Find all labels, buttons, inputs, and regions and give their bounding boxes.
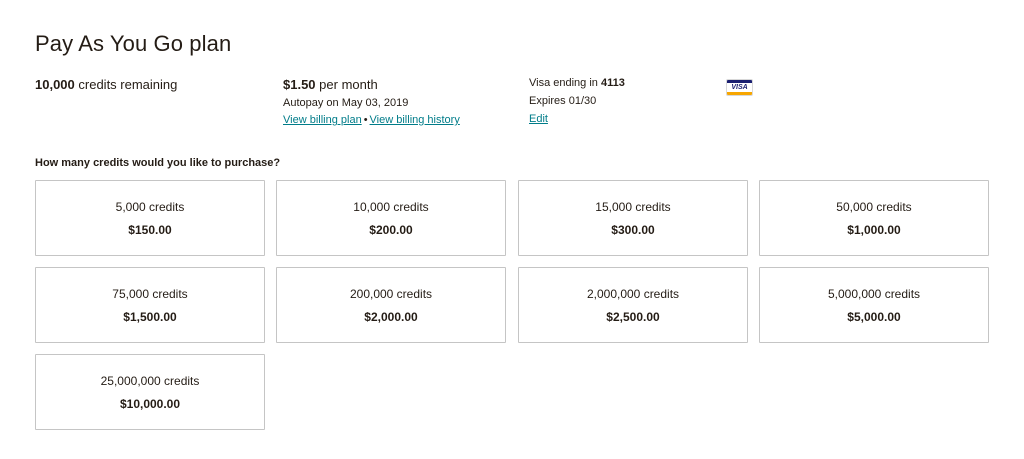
credit-option-amount: 5,000,000 credits xyxy=(827,286,921,301)
credit-option-50000[interactable]: 50,000 credits $1,000.00 xyxy=(759,180,989,256)
credit-option-5000[interactable]: 5,000 credits $150.00 xyxy=(35,180,265,256)
credit-option-price: $2,000.00 xyxy=(364,309,418,324)
credit-option-price: $150.00 xyxy=(128,222,172,237)
plan-price: $1.50 per month xyxy=(283,77,460,92)
credit-option-amount: 2,000,000 credits xyxy=(586,286,680,301)
autopay-date: Autopay on May 03, 2019 xyxy=(283,97,409,109)
credit-option-25000000[interactable]: 25,000,000 credits $10,000.00 xyxy=(35,354,265,430)
purchase-question: How many credits would you like to purch… xyxy=(35,157,281,169)
credit-option-75000[interactable]: 75,000 credits $1,500.00 xyxy=(35,267,265,343)
credit-option-amount: 5,000 credits xyxy=(115,199,185,214)
link-separator: • xyxy=(363,114,368,126)
billing-links: View billing plan • View billing history xyxy=(283,114,460,126)
credit-option-amount: 50,000 credits xyxy=(836,199,912,214)
visa-card-icon: VISA xyxy=(726,79,753,96)
credit-option-10000[interactable]: 10,000 credits $200.00 xyxy=(276,180,506,256)
view-billing-history-link[interactable]: View billing history xyxy=(370,114,460,126)
credit-option-price: $1,000.00 xyxy=(847,222,901,237)
credit-option-price: $200.00 xyxy=(369,222,413,237)
edit-card-link[interactable]: Edit xyxy=(529,113,548,125)
plan-price-value: $1.50 xyxy=(283,77,316,92)
credit-option-amount: 75,000 credits xyxy=(112,286,188,301)
page-title: Pay As You Go plan xyxy=(35,31,232,56)
credit-option-amount: 25,000,000 credits xyxy=(100,373,200,388)
view-billing-plan-link[interactable]: View billing plan xyxy=(283,114,362,126)
credits-remaining-label: credits remaining xyxy=(78,77,178,92)
credits-remaining: 10,000 credits remaining xyxy=(35,77,177,92)
card-last4: 4113 xyxy=(600,77,625,89)
credit-option-2000000[interactable]: 2,000,000 credits $2,500.00 xyxy=(518,267,748,343)
billing-plan-info: $1.50 per month Autopay on May 03, 2019 … xyxy=(283,77,460,126)
payment-card-info: Visa ending in 4113 Expires 01/30 Edit xyxy=(529,77,625,127)
credit-option-price: $1,500.00 xyxy=(123,309,177,324)
credit-option-15000[interactable]: 15,000 credits $300.00 xyxy=(518,180,748,256)
credit-option-price: $5,000.00 xyxy=(847,309,901,324)
plan-price-period: per month xyxy=(319,77,378,92)
card-expires: Expires 01/30 xyxy=(529,95,597,107)
credit-option-price: $2,500.00 xyxy=(606,309,660,324)
visa-card-icon-text: VISA xyxy=(731,84,748,91)
credit-option-price: $10,000.00 xyxy=(119,396,181,411)
credit-option-5000000[interactable]: 5,000,000 credits $5,000.00 xyxy=(759,267,989,343)
plan-summary: 10,000 credits remaining $1.50 per month… xyxy=(0,77,1024,137)
card-ending: Visa ending in 4113 xyxy=(529,77,625,89)
credit-option-price: $300.00 xyxy=(611,222,655,237)
credit-option-amount: 15,000 credits xyxy=(595,199,671,214)
credit-option-amount: 10,000 credits xyxy=(353,199,429,214)
credits-remaining-value: 10,000 xyxy=(35,77,75,92)
credit-option-amount: 200,000 credits xyxy=(349,286,433,301)
credit-option-200000[interactable]: 200,000 credits $2,000.00 xyxy=(276,267,506,343)
card-ending-label: Visa ending in xyxy=(529,77,598,89)
